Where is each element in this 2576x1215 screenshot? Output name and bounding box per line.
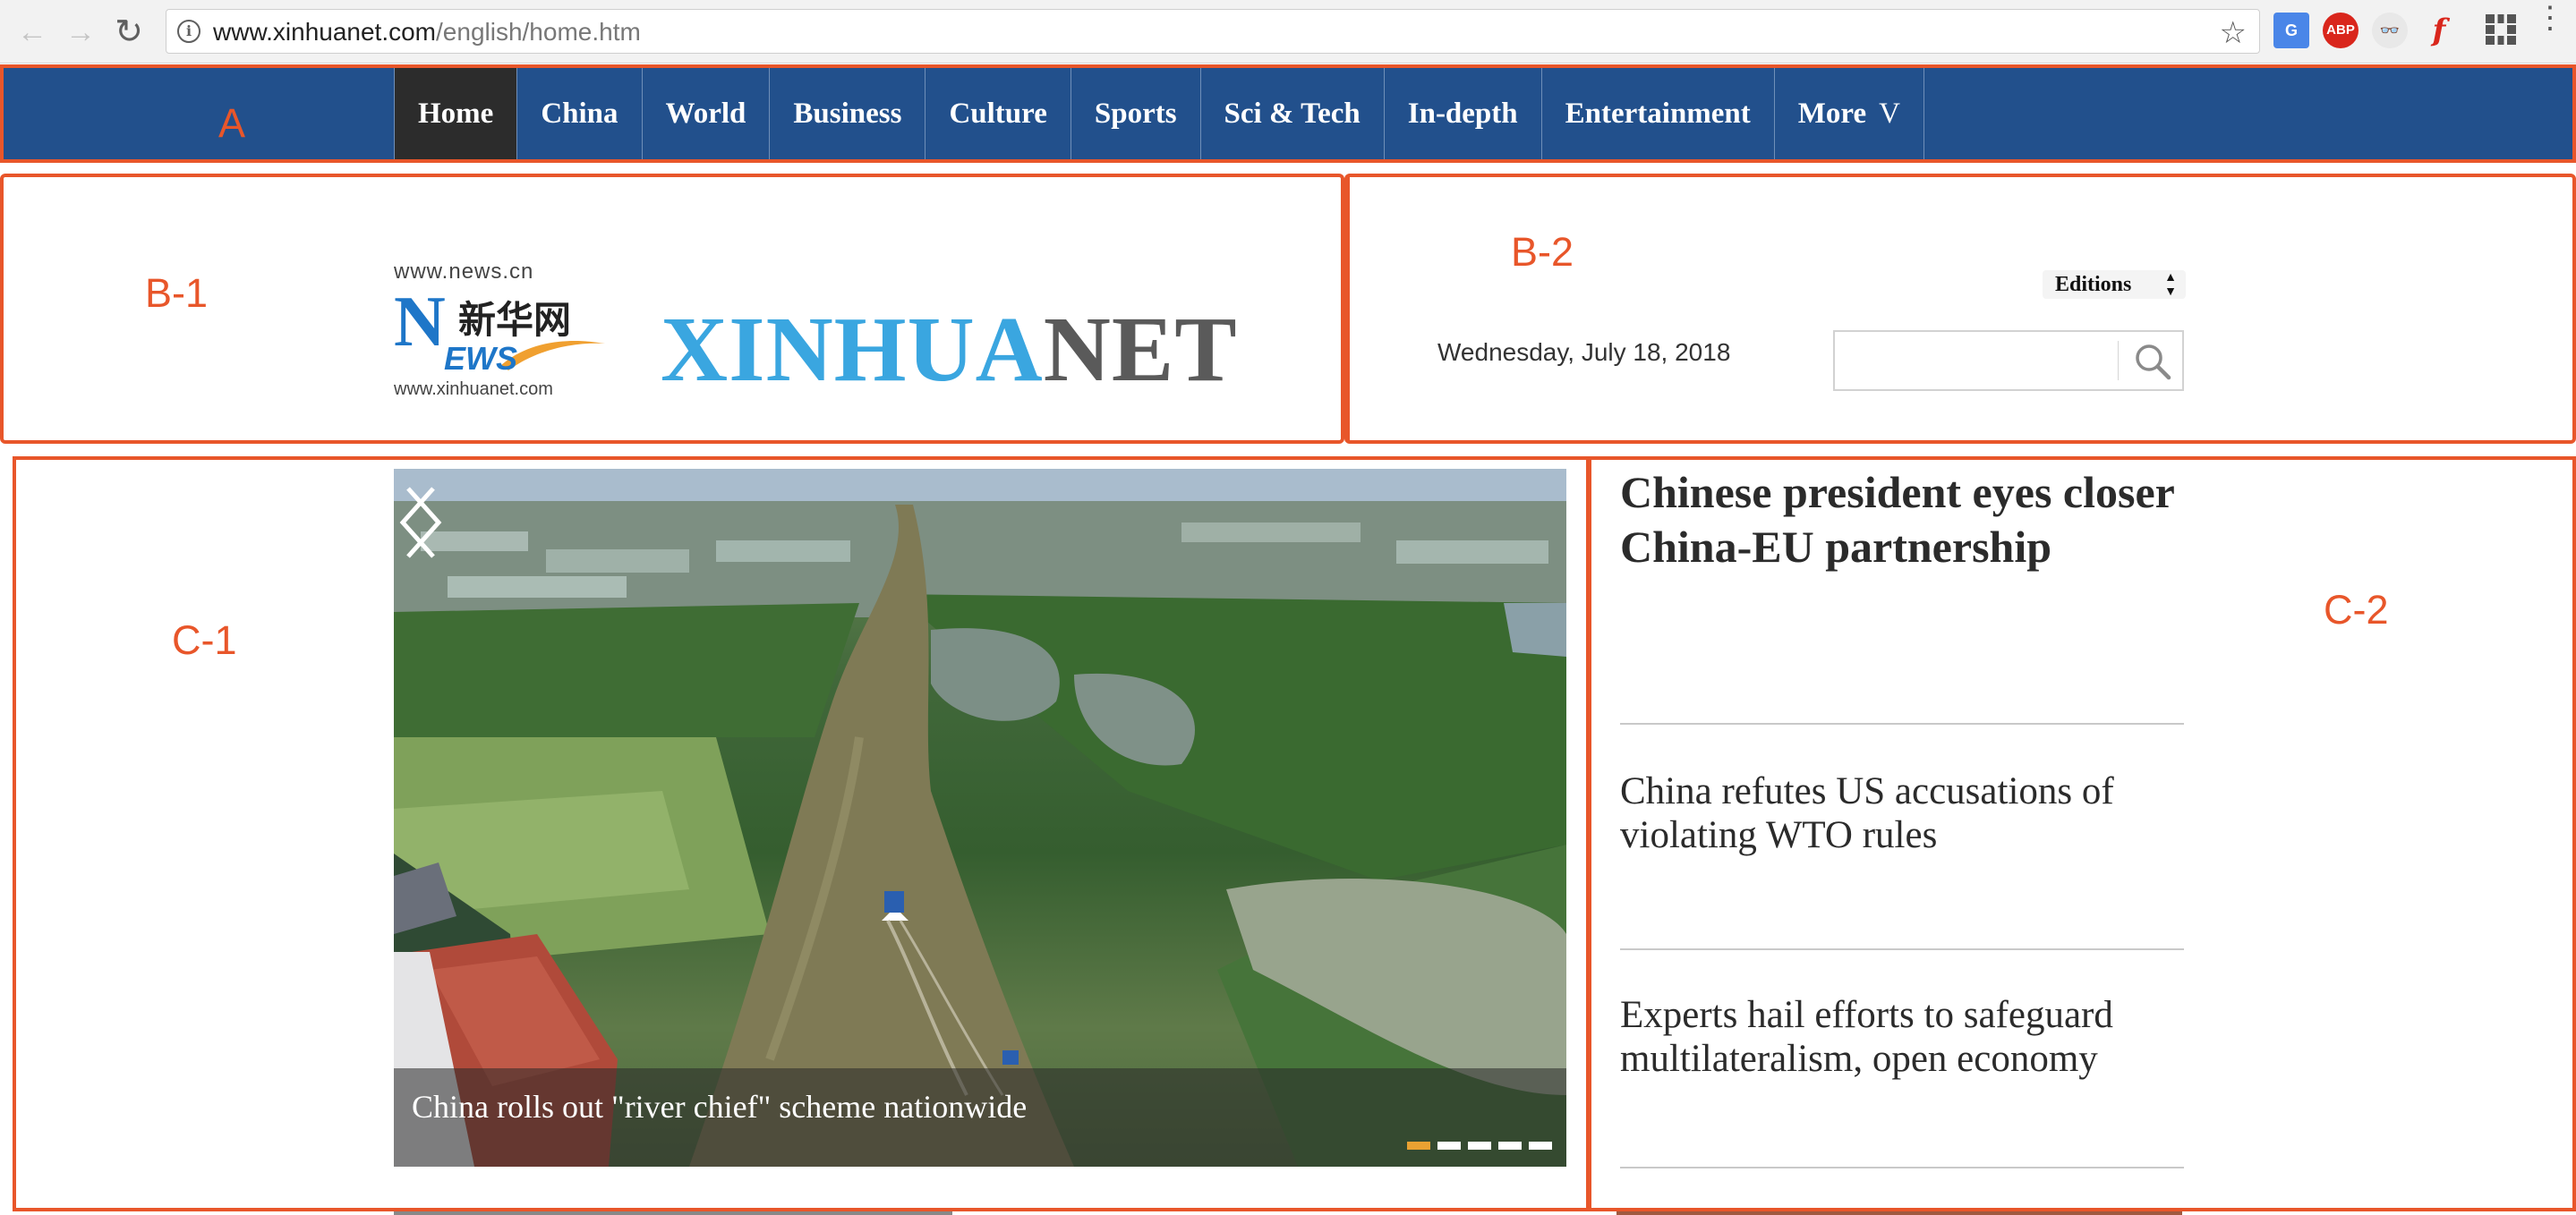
- chevron-down-icon: V: [1879, 98, 1900, 130]
- info-icon[interactable]: i: [177, 20, 200, 43]
- logo-n: N: [394, 283, 446, 361]
- reload-icon[interactable]: ↻: [111, 14, 147, 50]
- nav-item-home[interactable]: Home: [394, 68, 517, 159]
- logo-ews: EWS: [444, 340, 518, 377]
- nav-item-in-depth[interactable]: In-depth: [1383, 68, 1541, 159]
- divider: [1620, 723, 2184, 725]
- carousel-dot[interactable]: [1468, 1142, 1491, 1150]
- wordmark-xinhua: XINHUA: [661, 298, 1044, 401]
- carousel-caption[interactable]: China rolls out "river chief" scheme nat…: [412, 1088, 1027, 1126]
- browser-toolbar: ← → ↻ i www.xinhuanet.com/english/home.h…: [0, 0, 2576, 64]
- annotation-b2: B-2: [1511, 229, 1574, 275]
- translate-extension-icon[interactable]: G: [2273, 13, 2309, 48]
- current-date: Wednesday, July 18, 2018: [1437, 338, 1731, 366]
- adblock-extension-icon[interactable]: ABP: [2323, 13, 2358, 48]
- headline-main[interactable]: Chinese president eyes closer China-EU p…: [1620, 465, 2184, 574]
- forward-arrow-icon[interactable]: →: [63, 14, 98, 50]
- bookmark-star-icon[interactable]: ☆: [2220, 15, 2247, 51]
- nav-item-china[interactable]: China: [516, 68, 641, 159]
- url-path: /english/home.htm: [436, 18, 641, 46]
- nav-item-more[interactable]: More V: [1773, 68, 1924, 159]
- address-bar[interactable]: i www.xinhuanet.com/english/home.htm ☆: [166, 9, 2260, 54]
- nav-item-world[interactable]: World: [641, 68, 770, 159]
- logo-url-bottom: www.xinhuanet.com: [394, 379, 553, 399]
- logo-url-top: www.news.cn: [394, 259, 534, 284]
- divider: [1620, 948, 2184, 950]
- editions-label: Editions: [2055, 273, 2132, 296]
- nav-item-culture[interactable]: Culture: [925, 68, 1070, 159]
- annotation-a: A: [218, 100, 246, 146]
- nav-item-sports[interactable]: Sports: [1070, 68, 1200, 159]
- nav-item-entertainment[interactable]: Entertainment: [1540, 68, 1774, 159]
- carousel-dot[interactable]: [1498, 1142, 1522, 1150]
- search-input[interactable]: [1837, 334, 2118, 389]
- carousel-dot[interactable]: [1407, 1142, 1430, 1150]
- flash-extension-icon[interactable]: f: [2421, 13, 2457, 48]
- glasses-extension-icon[interactable]: 👓: [2372, 13, 2408, 48]
- site-navigation: Home China World Business Culture Sports…: [0, 64, 2576, 163]
- xinhuanet-wordmark[interactable]: XINHUANET: [661, 301, 1238, 399]
- annotation-c1: C-1: [172, 617, 237, 663]
- nav-item-sci-tech[interactable]: Sci & Tech: [1199, 68, 1384, 159]
- carousel-dots: [1407, 1142, 1552, 1150]
- annotation-c2: C-2: [2324, 587, 2389, 633]
- hero-carousel[interactable]: China rolls out "river chief" scheme nat…: [394, 469, 1566, 1167]
- url-host: www.xinhuanet.com: [213, 18, 437, 46]
- header-tools-region: [1344, 174, 2576, 444]
- qr-code-extension-icon[interactable]: [2486, 14, 2516, 45]
- news-cn-logo[interactable]: www.news.cn N 新华网 EWS www.xinhuanet.com: [394, 259, 609, 401]
- nav-item-business[interactable]: Business: [769, 68, 925, 159]
- select-arrows-icon: ▲ ▼: [2164, 271, 2177, 299]
- wordmark-net: NET: [1043, 298, 1238, 401]
- headline-item[interactable]: Experts hail efforts to safeguard multil…: [1620, 993, 2184, 1081]
- editions-select[interactable]: Editions ▲ ▼: [2043, 270, 2186, 299]
- chevron-right-icon[interactable]: [394, 469, 448, 576]
- next-row-image-edge: [1616, 1211, 2182, 1215]
- annotation-b1: B-1: [145, 270, 209, 316]
- headline-item[interactable]: China refutes US accusations of violatin…: [1620, 769, 2184, 857]
- browser-menu-icon[interactable]: ⋮: [2535, 3, 2565, 33]
- carousel-dot[interactable]: [1437, 1142, 1461, 1150]
- carousel-dot[interactable]: [1529, 1142, 1552, 1150]
- next-row-image-edge: [394, 1211, 952, 1215]
- hero-image: [394, 469, 1566, 1167]
- back-arrow-icon[interactable]: ←: [14, 14, 50, 50]
- search-icon[interactable]: [2130, 339, 2175, 384]
- url-text[interactable]: www.xinhuanet.com/english/home.htm: [213, 18, 641, 47]
- carousel-caption-bar: China rolls out "river chief" scheme nat…: [394, 1068, 1566, 1167]
- divider: [1620, 1167, 2184, 1168]
- search-divider: [2118, 341, 2119, 380]
- nav-list: Home China World Business Culture Sports…: [394, 68, 1924, 159]
- search-box: [1833, 330, 2184, 391]
